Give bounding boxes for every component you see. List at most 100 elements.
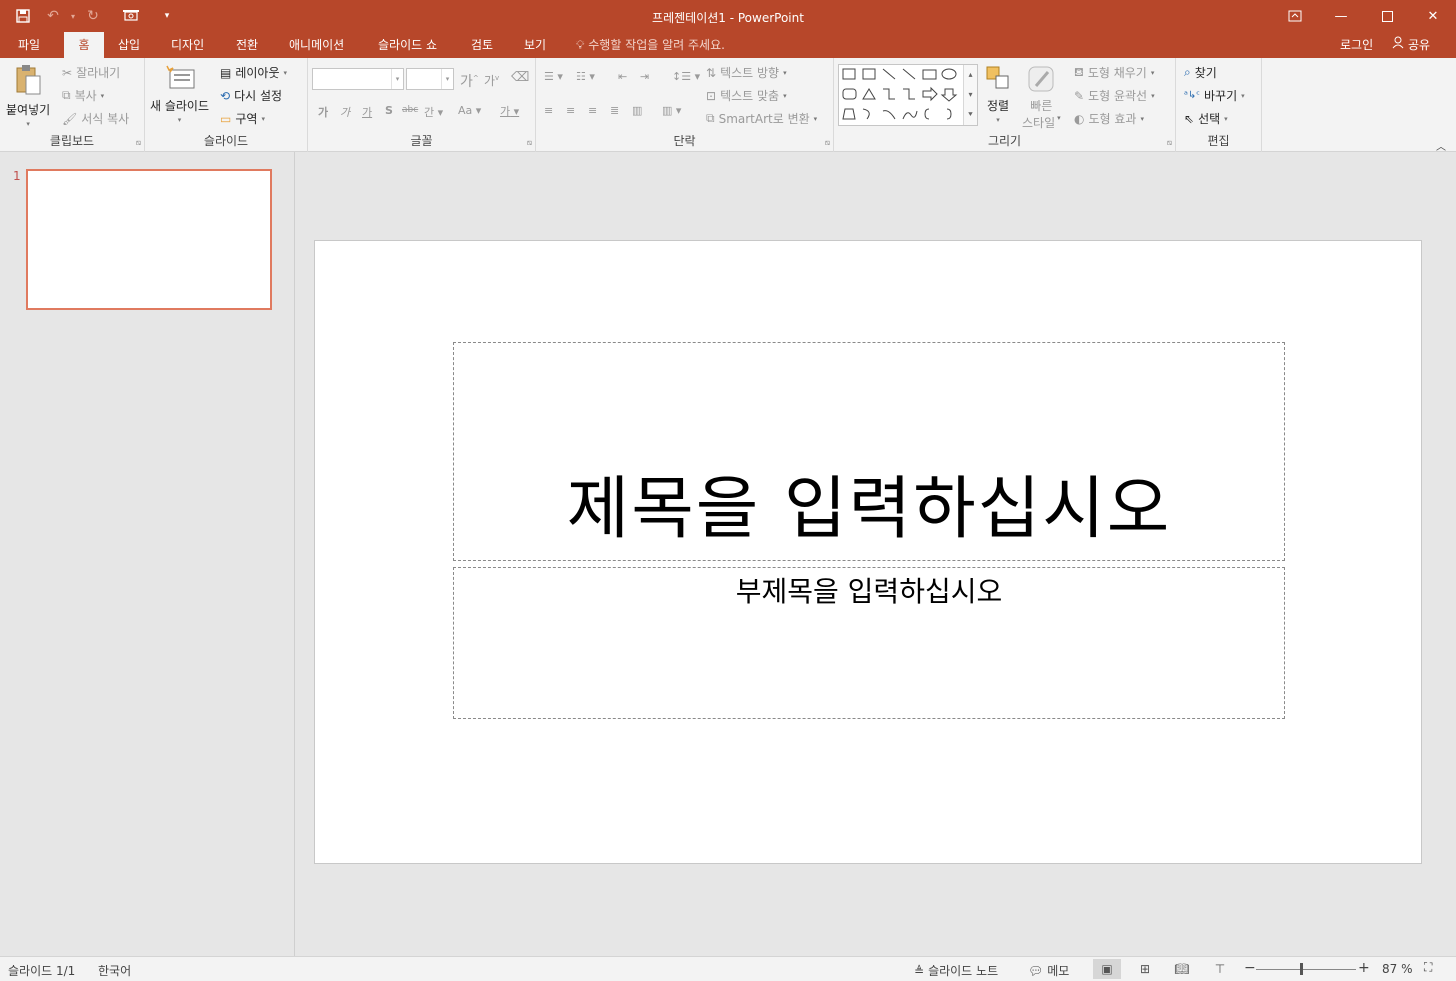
grow-font-icon[interactable]: 가^ <box>460 71 479 91</box>
format-painter-button[interactable]: 🖌︎ 서식 복사 <box>62 110 129 127</box>
tab-design[interactable]: 디자인 <box>161 32 214 58</box>
tab-slideshow[interactable]: 슬라이드 쇼 <box>368 32 447 58</box>
select-button[interactable]: ⇖ 선택 ▾ <box>1184 110 1228 127</box>
paragraph-dialog-launcher-icon[interactable]: ⧅ <box>825 138 830 148</box>
paragraph-group: ☰ ▾ ☷ ▾ ⇤ ⇥ ↕☰ ▾ ≡ ≡ ≡ ≣ ▥ ▥ ▾ ⇅ 텍스트 방향 … <box>536 58 834 152</box>
shape-effects-button[interactable]: ◐ 도형 효과 ▾ <box>1074 110 1144 127</box>
quick-styles-label-1: 빠른 <box>1030 99 1053 113</box>
section-button[interactable]: ▭ 구역 ▾ <box>220 110 265 127</box>
tell-me-search[interactable]: 💡︎ 수행할 작업을 알려 주세요. <box>576 32 725 58</box>
font-name-dropdown-icon[interactable]: ▾ <box>391 69 403 89</box>
close-icon[interactable]: ✕ <box>1410 0 1456 32</box>
align-text-button[interactable]: ⊡ 텍스트 맞춤 ▾ <box>706 87 787 104</box>
zoom-slider-thumb[interactable] <box>1300 963 1303 975</box>
replace-button[interactable]: ᵃ↳ᶜ 바꾸기 ▾ <box>1184 87 1245 104</box>
tab-insert[interactable]: 삽입 <box>108 32 150 58</box>
underline-button[interactable]: 가 <box>362 104 372 120</box>
shapes-gallery-scroll[interactable]: ▴ ▾ ⯆ <box>963 65 977 125</box>
quick-styles-button[interactable]: 빠른 스타일 ▾ <box>1022 64 1061 131</box>
tab-review[interactable]: 검토 <box>461 32 503 58</box>
slide-count: 슬라이드 1/1 <box>8 964 76 978</box>
share-button[interactable]: 공유 <box>1392 32 1430 58</box>
comments-button[interactable]: 💬︎ 메모 <box>1028 962 1069 979</box>
smartart-label: SmartArt로 변환 <box>718 112 810 126</box>
tab-animations[interactable]: 애니메이션 <box>279 32 354 58</box>
increase-indent-icon[interactable]: ⇥ <box>640 70 649 83</box>
shapes-gallery[interactable]: ▴ ▾ ⯆ <box>838 64 978 126</box>
numbering-icon[interactable]: ☷ ▾ <box>576 70 595 83</box>
smartart-icon: ⧉ <box>706 111 715 125</box>
font-size-combo[interactable]: ▾ <box>406 68 454 90</box>
slideshow-view-icon[interactable]: ⊤ <box>1206 959 1234 979</box>
clipboard-dialog-launcher-icon[interactable]: ⧅ <box>136 138 141 148</box>
character-spacing-button[interactable]: 간 ▾ <box>424 104 443 120</box>
reading-view-icon[interactable]: 📖︎ <box>1168 959 1196 979</box>
change-case-button[interactable]: Aa ▾ <box>458 104 481 117</box>
find-button[interactable]: ⌕ 찾기 <box>1184 64 1217 81</box>
editing-group-label: 편집 <box>1207 134 1230 148</box>
shape-outline-button[interactable]: ✎ 도형 윤곽선 ▾ <box>1074 87 1155 104</box>
slide[interactable]: 제목을 입력하십시오 부제목을 입력하십시오 <box>314 240 1422 864</box>
collapse-ribbon-icon[interactable]: ︿ <box>1436 138 1446 153</box>
italic-button[interactable]: 가 <box>340 104 350 120</box>
notes-label: 슬라이드 노트 <box>928 964 999 978</box>
subtitle-placeholder[interactable]: 부제목을 입력하십시오 <box>453 567 1285 719</box>
distributed-icon[interactable]: ▥ <box>632 104 642 117</box>
notes-button[interactable]: ≜ 슬라이드 노트 <box>914 962 998 979</box>
shape-effects-dropdown-icon: ▾ <box>1140 114 1144 123</box>
align-right-icon[interactable]: ≡ <box>588 104 597 117</box>
smartart-convert-button[interactable]: ⧉ SmartArt로 변환 ▾ <box>706 110 817 127</box>
strikethrough-button[interactable]: abc <box>402 105 418 115</box>
shape-fill-button[interactable]: ⛾ 도형 채우기 ▾ <box>1074 64 1154 81</box>
font-name-combo[interactable]: ▾ <box>312 68 404 90</box>
copy-button[interactable]: ⧉ 복사 ▾ <box>62 87 104 104</box>
align-left-icon[interactable]: ≡ <box>544 104 553 117</box>
fit-to-window-icon[interactable]: ⛶ <box>1424 960 1432 975</box>
cut-button[interactable]: ✂ 잘라내기 <box>62 64 120 81</box>
new-slide-button[interactable]: 새 슬라이드 ▾ <box>150 64 209 124</box>
bold-button[interactable]: 가 <box>318 104 328 120</box>
font-color-button[interactable]: 가 ▾ <box>500 103 519 119</box>
find-label: 찾기 <box>1194 66 1217 80</box>
text-direction-button[interactable]: ⇅ 텍스트 방향 ▾ <box>706 64 787 81</box>
zoom-in-icon[interactable]: + <box>1358 960 1370 976</box>
tab-view[interactable]: 보기 <box>514 32 556 58</box>
new-slide-label: 새 슬라이드 <box>150 99 210 113</box>
minimize-icon[interactable]: — <box>1318 0 1364 32</box>
shapes-more-icon[interactable]: ⯆ <box>964 105 977 125</box>
ribbon-display-options-icon[interactable] <box>1272 0 1318 32</box>
layout-button[interactable]: ▤ 레이아웃 ▾ <box>220 64 287 81</box>
font-size-dropdown-icon[interactable]: ▾ <box>441 69 453 89</box>
reset-button[interactable]: ⟲ 다시 설정 <box>220 87 282 104</box>
tab-file[interactable]: 파일 <box>8 32 50 58</box>
zoom-level[interactable]: 87 % <box>1382 962 1413 976</box>
bullets-icon[interactable]: ☰ ▾ <box>544 70 563 83</box>
title-placeholder[interactable]: 제목을 입력하십시오 <box>453 342 1285 561</box>
text-shadow-button[interactable]: S <box>385 104 393 117</box>
line-spacing-icon[interactable]: ↕☰ ▾ <box>672 70 700 83</box>
slide-sorter-view-icon[interactable]: ⊞ <box>1131 959 1159 979</box>
paint-bucket-icon: ⛾ <box>1074 64 1084 79</box>
font-dialog-launcher-icon[interactable]: ⧅ <box>527 138 532 148</box>
zoom-out-icon[interactable]: − <box>1244 960 1256 976</box>
decrease-indent-icon[interactable]: ⇤ <box>618 70 627 83</box>
shrink-font-icon[interactable]: 가v <box>484 72 499 89</box>
clear-formatting-icon[interactable]: ⌫ <box>511 70 529 85</box>
drawing-dialog-launcher-icon[interactable]: ⧅ <box>1167 138 1172 148</box>
paste-button[interactable]: 붙여넣기 ▾ <box>6 64 50 128</box>
normal-view-icon[interactable]: ▣ <box>1093 959 1121 979</box>
shapes-scroll-up-icon[interactable]: ▴ <box>964 65 977 85</box>
align-center-icon[interactable]: ≡ <box>566 104 575 117</box>
justify-icon[interactable]: ≣ <box>610 104 619 117</box>
sign-in-link[interactable]: 로그인 <box>1340 32 1373 58</box>
tab-home[interactable]: 홈 <box>64 32 104 58</box>
slide-thumbnail[interactable] <box>26 169 272 310</box>
slide-thumbnail-pane[interactable]: 1 <box>0 152 295 956</box>
maximize-icon[interactable] <box>1364 0 1410 32</box>
zoom-slider[interactable] <box>1256 969 1356 970</box>
columns-icon[interactable]: ▥ ▾ <box>662 104 681 117</box>
shapes-scroll-down-icon[interactable]: ▾ <box>964 85 977 105</box>
arrange-button[interactable]: 정렬 ▾ <box>984 64 1012 124</box>
language-indicator[interactable]: 한국어 <box>98 962 131 979</box>
tab-transitions[interactable]: 전환 <box>226 32 268 58</box>
